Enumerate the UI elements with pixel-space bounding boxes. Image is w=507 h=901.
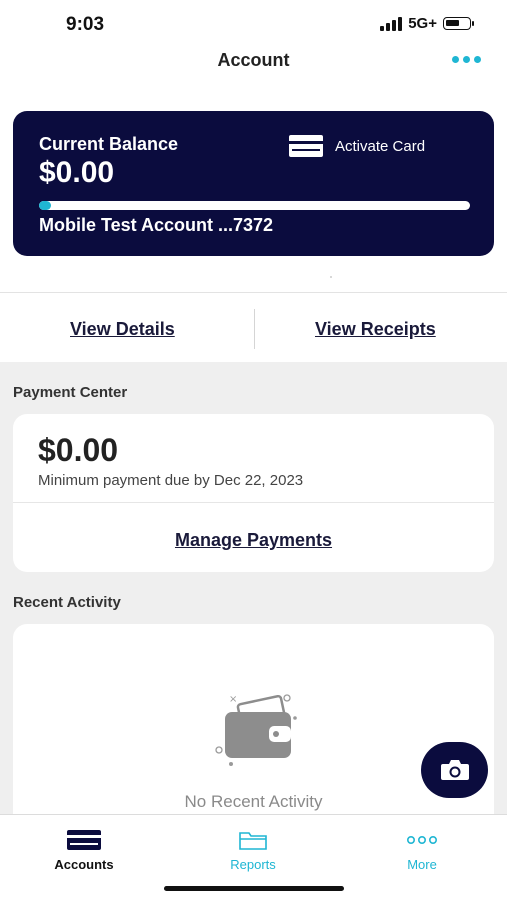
tab-reports[interactable]: Reports [193,829,313,872]
status-time: 9:03 [66,14,105,35]
manage-payments-link[interactable]: Manage Payments [13,530,494,551]
status-bar: 9:03 5G+ [0,0,507,48]
tab-accounts-label: Accounts [54,857,114,872]
payment-divider [13,502,494,503]
folder-icon [239,832,267,850]
view-receipts-link[interactable]: View Receipts [315,319,436,340]
payment-center-heading: Payment Center [13,384,128,401]
camera-button[interactable] [421,742,488,798]
activate-card-button[interactable]: Activate Card [289,135,425,157]
activate-card-label: Activate Card [335,137,426,155]
tab-reports-label: Reports [230,857,276,872]
links-divider [254,309,255,349]
decorative-dot [330,276,332,278]
recent-activity-heading: Recent Activity [13,594,121,611]
camera-icon [440,760,469,780]
no-activity-text: No Recent Activity [184,792,323,811]
current-balance-amount: $0.00 [39,156,115,189]
current-balance-label: Current Balance [39,134,179,154]
wallet-icon: × [213,690,303,772]
home-indicator [164,886,344,891]
battery-icon [443,17,474,30]
tab-accounts[interactable]: Accounts [24,829,144,872]
account-links-row: View Details View Receipts [0,292,507,363]
more-horizontal-icon [406,836,437,845]
svg-text:×: × [229,694,237,705]
tab-more[interactable]: More [362,829,482,872]
recent-activity-card: × No Recent Activity [13,624,494,824]
card-icon [67,830,101,850]
payment-center-card: $0.00 Minimum payment due by Dec 22, 202… [13,414,494,572]
more-options-icon[interactable] [452,56,481,63]
signal-icon [380,16,403,31]
credit-card-icon [289,135,323,157]
account-name: Mobile Test Account ...7372 [39,215,274,235]
view-details-link[interactable]: View Details [70,319,175,340]
balance-card: Current Balance $0.00 Activate Card Mobi… [13,111,494,256]
status-indicators: 5G+ [380,15,474,32]
tab-more-label: More [407,857,437,872]
network-type: 5G+ [408,15,437,32]
payment-due-text: Minimum payment due by Dec 22, 2023 [38,472,304,489]
balance-progress-bar [39,201,470,210]
page-title: Account [217,50,290,70]
payment-amount: $0.00 [38,432,119,468]
balance-progress-fill [39,201,51,210]
